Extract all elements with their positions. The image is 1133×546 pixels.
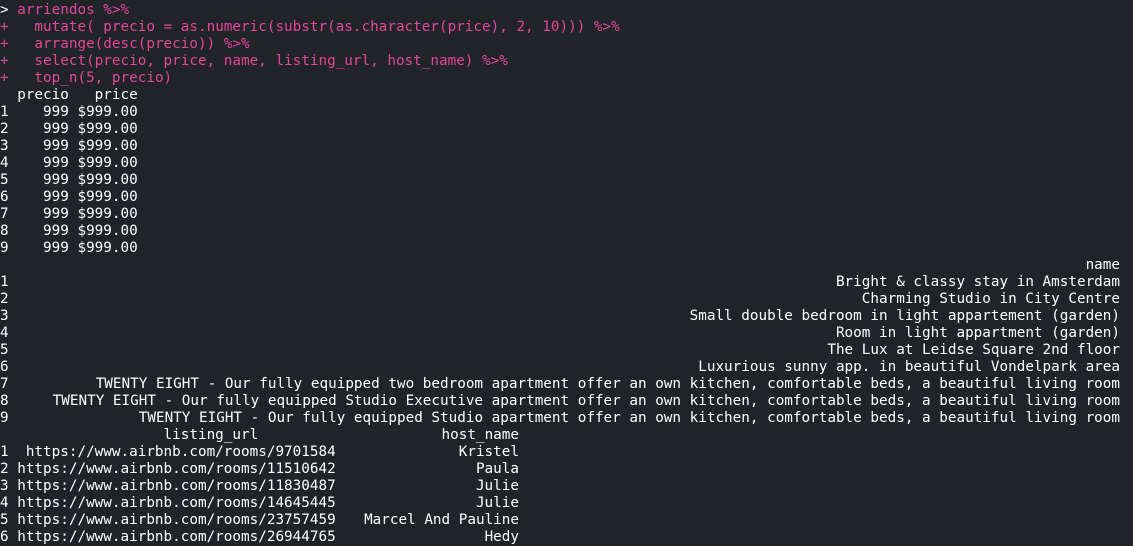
table3-row: 4 https://www.airbnb.com/rooms/14645445 … <box>0 495 1124 512</box>
host-name: Julie <box>475 478 519 494</box>
table2-row: 9 TWENTY EIGHT - Our fully equipped Stud… <box>0 410 1124 427</box>
command-text: arriendos %>% <box>17 2 130 18</box>
continuation-prompt: + <box>0 70 9 86</box>
row-index: 6 <box>0 359 9 375</box>
table2-row: 5 The Lux at Leidse Square 2nd floor <box>0 342 1124 359</box>
table3-row: 5 https://www.airbnb.com/rooms/23757459 … <box>0 512 1124 529</box>
row-index: 7 <box>0 376 9 392</box>
listing-url: 4 https://www.airbnb.com/rooms/14645445 <box>0 495 336 511</box>
table3-row: 2 https://www.airbnb.com/rooms/11510642 … <box>0 461 1124 478</box>
table1-header: precio price <box>0 87 138 103</box>
row-index: 8 <box>0 393 9 409</box>
table2-row: 4 Room in light appartment (garden) <box>0 325 1124 342</box>
command-line-3: + arrange(desc(precio)) %>% <box>0 36 250 53</box>
listing-name: The Lux at Leidse Square 2nd floor <box>827 342 1120 358</box>
r-console[interactable]: > arriendos %>% + mutate( precio = as.nu… <box>0 0 1133 546</box>
table3-row: 3 https://www.airbnb.com/rooms/11830487 … <box>0 478 1124 495</box>
listing-name: TWENTY EIGHT - Our fully equipped two be… <box>95 376 1120 392</box>
listing-name: TWENTY EIGHT - Our fully equipped Studio… <box>138 410 1120 426</box>
table1-row: 7 999 $999.00 <box>0 206 138 222</box>
table3-row: 1 https://www.airbnb.com/rooms/9701584 K… <box>0 444 1124 461</box>
name-column-header: name <box>1085 257 1120 273</box>
command-text: arrange(desc(precio)) %>% <box>17 36 250 52</box>
row-index: 4 <box>0 325 9 341</box>
host-name: Paula <box>475 461 519 477</box>
listing-url: 1 https://www.airbnb.com/rooms/9701584 <box>0 444 336 460</box>
table1-row: 1 999 $999.00 <box>0 104 138 120</box>
prompt-symbol: > <box>0 2 9 18</box>
listing-url: 5 https://www.airbnb.com/rooms/23757459 <box>0 512 336 528</box>
listing-name: TWENTY EIGHT - Our fully equipped Studio… <box>52 393 1120 409</box>
host-name: Julie <box>475 495 519 511</box>
listing-url: 6 https://www.airbnb.com/rooms/26944765 <box>0 529 336 545</box>
row-index: 2 <box>0 291 9 307</box>
table2-row: 1 Bright & classy stay in Amsterdam <box>0 274 1124 291</box>
table1-row: 8 999 $999.00 <box>0 223 138 239</box>
host-name: Hedy <box>484 529 519 545</box>
listing-name: Room in light appartment (garden) <box>835 325 1120 341</box>
row-index: 1 <box>0 274 9 290</box>
command-line-1: > arriendos %>% <box>0 2 129 19</box>
row-index: 5 <box>0 342 9 358</box>
command-line-5: + top_n(5, precio) <box>0 70 172 87</box>
listing-url-column-header: listing_url <box>0 427 259 443</box>
table2-row: 8 TWENTY EIGHT - Our fully equipped Stud… <box>0 393 1124 410</box>
table1-row: 4 999 $999.00 <box>0 155 138 171</box>
table3-row: 6 https://www.airbnb.com/rooms/26944765 … <box>0 529 1124 546</box>
listing-name: Small double bedroom in light appartemen… <box>689 308 1120 324</box>
row-index: 9 <box>0 410 9 426</box>
table2-header: name <box>0 257 1124 274</box>
continuation-prompt: + <box>0 19 9 35</box>
table3-header: listing_url host_name <box>0 427 1124 444</box>
listing-url: 2 https://www.airbnb.com/rooms/11510642 <box>0 461 336 477</box>
table2-row: 7 TWENTY EIGHT - Our fully equipped two … <box>0 376 1124 393</box>
command-text: select(precio, price, name, listing_url,… <box>17 53 508 69</box>
listing-name: Luxurious sunny app. in beautiful Vondel… <box>698 359 1120 375</box>
table1-row: 3 999 $999.00 <box>0 138 138 154</box>
table1-row: 2 999 $999.00 <box>0 121 138 137</box>
listing-name: Charming Studio in City Centre <box>861 291 1120 307</box>
table1-row: 5 999 $999.00 <box>0 172 138 188</box>
host-name: Marcel And Pauline <box>364 512 519 528</box>
table1-row: 6 999 $999.00 <box>0 189 138 205</box>
command-text: top_n(5, precio) <box>17 70 173 86</box>
command-text: mutate( precio = as.numeric(substr(as.ch… <box>17 19 620 35</box>
row-index: 3 <box>0 308 9 324</box>
continuation-prompt: + <box>0 36 9 52</box>
table2-row: 6 Luxurious sunny app. in beautiful Vond… <box>0 359 1124 376</box>
listing-url: 3 https://www.airbnb.com/rooms/11830487 <box>0 478 336 494</box>
host-name: Kristel <box>458 444 519 460</box>
command-line-4: + select(precio, price, name, listing_ur… <box>0 53 508 70</box>
table1-row: 9 999 $999.00 <box>0 240 138 256</box>
table2-row: 2 Charming Studio in City Centre <box>0 291 1124 308</box>
table2-row: 3 Small double bedroom in light appartem… <box>0 308 1124 325</box>
command-line-2: + mutate( precio = as.numeric(substr(as.… <box>0 19 620 36</box>
listing-name: Bright & classy stay in Amsterdam <box>835 274 1120 290</box>
host-name-column-header: host_name <box>441 427 519 443</box>
continuation-prompt: + <box>0 53 9 69</box>
